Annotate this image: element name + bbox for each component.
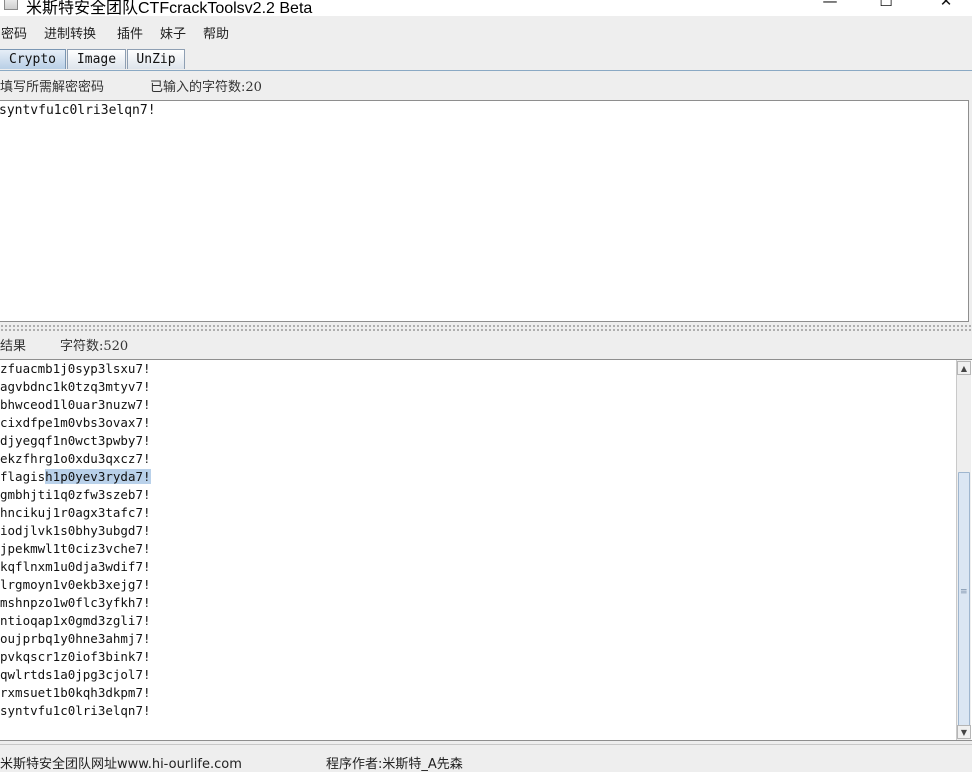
input-textarea[interactable]: syntvfu1c0lri3elqn7! (0, 100, 969, 322)
title-bar: 米斯特安全团队CTFcrackToolsv2.2 Beta — ☐ ✕ (0, 0, 972, 16)
menu-plugins[interactable]: 插件 (117, 23, 143, 42)
tab-unzip[interactable]: UnZip (127, 49, 185, 69)
input-label-row: 填写所需解密密码 已输入的字符数:20 (0, 76, 262, 95)
result-line: mshnpzo1w0flc3yfkh7! (0, 595, 151, 610)
result-line: bhwceod1l0uar3nuzw7! (0, 397, 151, 412)
result-line: ntioqap1x0gmd3zgli7! (0, 613, 151, 628)
menu-girl[interactable]: 妹子 (160, 23, 186, 42)
scroll-up-arrow-icon[interactable]: ▲ (957, 361, 971, 375)
scroll-grip-icon: ≡ (960, 587, 968, 597)
result-label-row: 结果 字符数:520 (0, 335, 128, 354)
result-line: djyegqf1n0wct3pwby7! (0, 433, 151, 448)
result-label: 结果 (0, 339, 27, 354)
result-line: cixdfpe1m0vbs3ovax7! (0, 415, 151, 430)
result-line: iodjlvk1s0bhy3ubgd7! (0, 523, 151, 538)
maximize-button[interactable]: ☐ (868, 0, 904, 14)
scroll-down-arrow-icon[interactable]: ▼ (957, 725, 971, 739)
result-line: hncikuj1r0agx3tafc7! (0, 505, 151, 520)
scroll-thumb[interactable] (958, 472, 970, 726)
status-author: 程序作者:米斯特_A先森 (326, 757, 463, 772)
result-line: flagish1p0yev3ryda7! (0, 468, 151, 486)
result-textarea[interactable]: zfuacmb1j0syp3lsxu7! agvbdnc1k0tzq3mtyv7!… (0, 359, 972, 741)
result-line: qwlrtds1a0jpg3cjol7! (0, 667, 151, 682)
result-scrollbar[interactable]: ▲ ≡ ▼ (956, 360, 971, 740)
result-line: gmbhjti1q0zfw3szeb7! (0, 487, 151, 502)
result-line: agvbdnc1k0tzq3mtyv7! (0, 379, 151, 394)
result-char-count: 字符数:520 (60, 339, 129, 354)
result-line: jpekmwl1t0ciz3vche7! (0, 541, 151, 556)
status-website: 米斯特安全团队网址www.hi-ourlife.com (0, 757, 242, 772)
tab-divider (0, 70, 972, 71)
result-line: syntvfu1c0lri3elqn7! (0, 703, 151, 718)
menu-crypto[interactable]: 密码 (1, 23, 27, 42)
java-app-icon (4, 0, 18, 10)
result-line: oujprbq1y0hne3ahmj7! (0, 631, 151, 646)
result-line: kqflnxm1u0dja3wdif7! (0, 559, 151, 574)
input-char-count: 已输入的字符数:20 (150, 80, 262, 95)
result-line: zfuacmb1j0syp3lsxu7! (0, 361, 151, 376)
result-line: rxmsuet1b0kqh3dkpm7! (0, 685, 151, 700)
menu-help[interactable]: 帮助 (203, 23, 229, 42)
selected-text: h1p0yev3ryda7! (45, 469, 151, 484)
menu-bar: 密码 进制转换 插件 妹子 帮助 (0, 20, 972, 44)
input-text: syntvfu1c0lri3elqn7! (0, 103, 156, 118)
split-pane-divider[interactable] (0, 324, 972, 331)
minimize-button[interactable]: — (812, 0, 848, 14)
result-line-text: flagis (0, 469, 46, 484)
tab-crypto[interactable]: Crypto (0, 49, 66, 69)
close-button[interactable]: ✕ (928, 0, 964, 14)
result-lines: zfuacmb1j0syp3lsxu7! agvbdnc1k0tzq3mtyv7!… (0, 360, 151, 720)
status-bar: 米斯特安全团队网址www.hi-ourlife.com 程序作者:米斯特_A先森 (0, 744, 972, 772)
result-line: lrgmoyn1v0ekb3xejg7! (0, 577, 151, 592)
result-line: ekzfhrg1o0xdu3qxcz7! (0, 451, 151, 466)
input-label: 填写所需解密密码 (0, 80, 105, 95)
menu-base-convert[interactable]: 进制转换 (44, 23, 96, 42)
window-title: 米斯特安全团队CTFcrackToolsv2.2 Beta (26, 0, 313, 16)
tab-image[interactable]: Image (67, 49, 126, 69)
result-line: pvkqscr1z0iof3bink7! (0, 649, 151, 664)
